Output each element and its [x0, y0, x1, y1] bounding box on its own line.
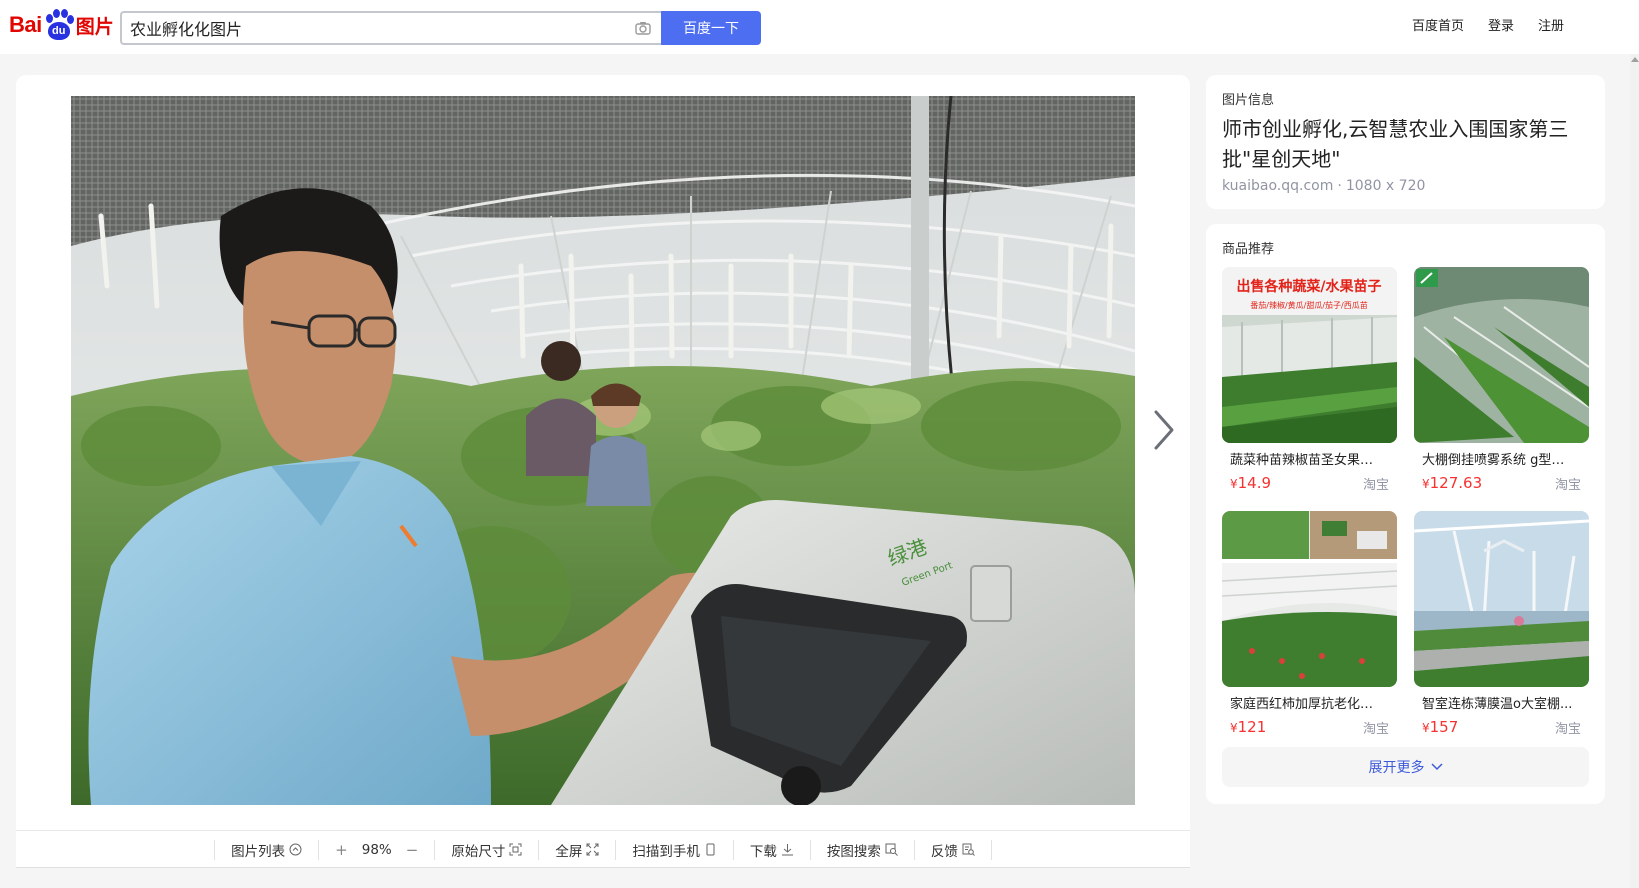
product-shop: 淘宝	[1554, 722, 1581, 737]
phone-icon	[706, 843, 715, 856]
top-links: 百度首页 登录 注册	[1412, 15, 1564, 34]
next-image-arrow[interactable]	[1150, 408, 1178, 452]
product-shop: 淘宝	[1362, 722, 1389, 737]
product-thumbnail[interactable]	[1414, 511, 1589, 687]
product-image-2	[1414, 267, 1589, 443]
divider	[16, 867, 1190, 868]
product-image-1: 出售各种蔬菜/水果苗子 番茄/辣椒/黄瓜/甜瓜/茄子/西瓜苗	[1222, 267, 1397, 443]
original-size-button[interactable]: 原始尺寸	[434, 839, 538, 860]
image-title[interactable]: 师市创业孵化,云智慧农业入围国家第三批"星创天地"	[1222, 114, 1589, 174]
product-grid: 出售各种蔬菜/水果苗子 番茄/辣椒/黄瓜/甜瓜/茄子/西瓜苗 蔬菜种苗辣椒苗圣女…	[1222, 267, 1589, 737]
feedback-icon	[962, 843, 975, 856]
viewer-toolbar: 图片列表 + 98% − 原始尺寸 全屏 扫描到手机 下载 按图搜索 反馈	[16, 830, 1190, 868]
product-thumbnail[interactable]	[1414, 267, 1589, 443]
page-scrollbar[interactable]	[1630, 54, 1639, 888]
product-price: ¥121	[1230, 718, 1267, 736]
product-name[interactable]: 家庭西红柿加厚抗老化葡...	[1222, 693, 1382, 712]
product-shop: 淘宝	[1362, 478, 1389, 493]
download-button[interactable]: 下载	[732, 839, 810, 860]
zoom-out-button[interactable]: −	[406, 841, 419, 859]
product-name[interactable]: 蔬菜种苗辣椒苗圣女果西...	[1222, 449, 1382, 468]
download-label: 下载	[749, 843, 777, 860]
camera-icon[interactable]	[634, 19, 652, 37]
product-recommend-label: 商品推荐	[1222, 242, 1275, 257]
product-item[interactable]: 大棚倒挂喷雾系统 g型雾... ¥127.63 淘宝	[1414, 267, 1589, 493]
image-dimensions: 1080 x 720	[1345, 178, 1426, 194]
original-size-icon	[509, 843, 522, 856]
zoom-in-button[interactable]: +	[335, 841, 348, 859]
search-by-image-label: 按图搜索	[826, 843, 881, 860]
fullscreen-label: 全屏	[555, 843, 583, 860]
product-item[interactable]: 家庭西红柿加厚抗老化葡... ¥121 淘宝	[1222, 511, 1397, 737]
product-price: ¥127.63	[1422, 474, 1483, 492]
product-image-3	[1222, 511, 1397, 687]
image-info-card: 图片信息 师市创业孵化,云智慧农业入围国家第三批"星创天地" kuaibao.q…	[1206, 75, 1605, 209]
product-meta: ¥127.63 淘宝	[1414, 474, 1589, 493]
product-item[interactable]: 智室连栋薄膜温o大室棚... ¥157 淘宝	[1414, 511, 1589, 737]
scan-to-phone-button[interactable]: 扫描到手机	[615, 839, 733, 860]
zoom-controls: + 98% −	[318, 839, 434, 860]
scroll-up-arrow-icon[interactable]	[1631, 57, 1639, 62]
image-list-button[interactable]: 图片列表	[214, 839, 318, 860]
home-link[interactable]: 百度首页	[1412, 15, 1464, 34]
product-price: ¥14.9	[1230, 474, 1272, 492]
main-image[interactable]: 绿港 Green Port	[71, 96, 1135, 805]
feedback-label: 反馈	[930, 843, 958, 860]
product-name[interactable]: 智室连栋薄膜温o大室棚...	[1414, 693, 1574, 712]
feedback-button[interactable]: 反馈	[913, 839, 992, 860]
chevron-up-circle-icon	[289, 843, 302, 856]
product-image-4	[1414, 511, 1589, 687]
fullscreen-icon	[586, 843, 599, 856]
product-meta: ¥157 淘宝	[1414, 718, 1589, 737]
search-by-image-button[interactable]: 按图搜索	[809, 839, 914, 860]
product-banner-subtext: 番茄/辣椒/黄瓜/甜瓜/茄子/西瓜苗	[1250, 300, 1367, 310]
logo-pic-text: 图片	[75, 15, 114, 38]
product-banner-text: 出售各种蔬菜/水果苗子	[1236, 278, 1381, 295]
image-search-icon	[885, 843, 898, 856]
top-header: Bai du 图片 百度一下 百度首页 登录 注册	[0, 0, 1639, 54]
greenhouse-photo: 绿港 Green Port	[71, 96, 1135, 805]
register-link[interactable]: 注册	[1538, 15, 1564, 34]
search-box	[120, 11, 662, 45]
product-meta: ¥121 淘宝	[1222, 718, 1397, 737]
expand-more-button[interactable]: 展开更多	[1222, 747, 1589, 787]
product-thumbnail[interactable]	[1222, 511, 1397, 687]
expand-more-label: 展开更多	[1368, 760, 1425, 776]
product-shop: 淘宝	[1554, 478, 1581, 493]
product-price: ¥157	[1422, 718, 1459, 736]
image-source[interactable]: kuaibao.qq.com	[1222, 178, 1333, 194]
original-size-label: 原始尺寸	[451, 843, 506, 860]
chevron-down-icon	[1430, 763, 1443, 771]
login-link[interactable]: 登录	[1488, 15, 1514, 34]
image-meta: kuaibao.qq.com · 1080 x 720	[1222, 178, 1426, 194]
search-input[interactable]	[122, 13, 602, 43]
image-info-label: 图片信息	[1222, 93, 1275, 108]
product-meta: ¥14.9 淘宝	[1222, 474, 1397, 493]
download-icon	[781, 844, 793, 856]
logo-bai-text: Bai	[9, 12, 42, 37]
search-button[interactable]: 百度一下	[661, 11, 761, 45]
product-item[interactable]: 出售各种蔬菜/水果苗子 番茄/辣椒/黄瓜/甜瓜/茄子/西瓜苗 蔬菜种苗辣椒苗圣女…	[1222, 267, 1397, 493]
scan-to-phone-label: 扫描到手机	[632, 843, 700, 860]
fullscreen-button[interactable]: 全屏	[538, 839, 615, 860]
image-list-label: 图片列表	[231, 843, 286, 860]
product-name[interactable]: 大棚倒挂喷雾系统 g型雾...	[1414, 449, 1574, 468]
zoom-level: 98%	[361, 841, 392, 858]
product-thumbnail[interactable]: 出售各种蔬菜/水果苗子 番茄/辣椒/黄瓜/甜瓜/茄子/西瓜苗	[1222, 267, 1397, 443]
baidu-logo[interactable]: Bai du 图片	[9, 7, 114, 43]
product-recommend-card: 商品推荐 出售各种蔬菜/水果苗子 番茄/辣椒/黄瓜/甜瓜/茄子/西瓜苗 蔬菜种苗…	[1206, 224, 1605, 804]
logo-du-text: du	[47, 22, 70, 40]
paw-icon: du	[43, 9, 74, 41]
